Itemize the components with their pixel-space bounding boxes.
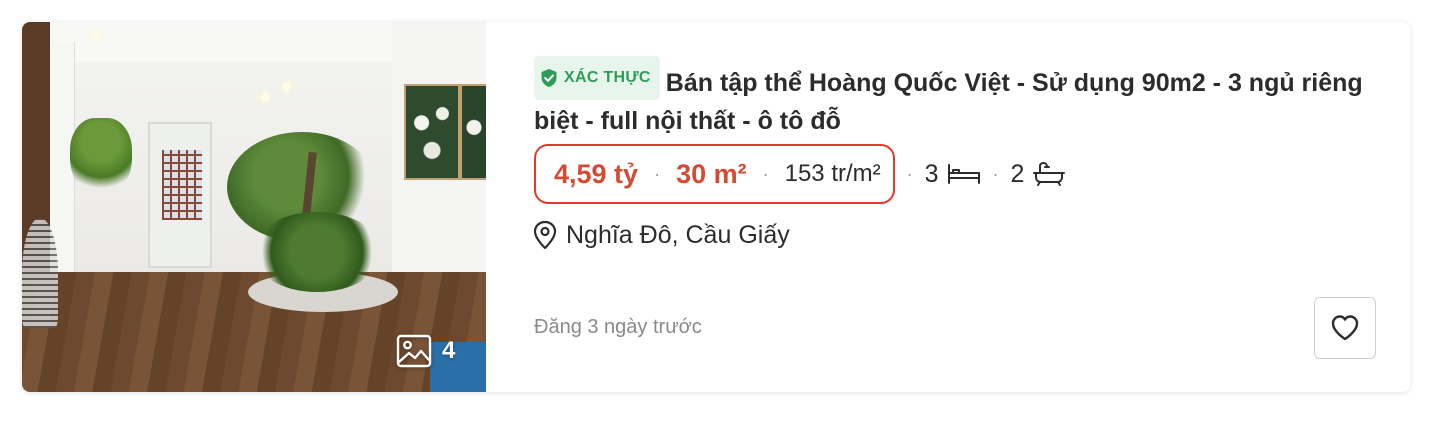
photo-count-value: 4 <box>442 337 456 364</box>
posted-time: Đăng 3 ngày trước <box>534 316 702 338</box>
listing-card[interactable]: 4 XÁC THỰC Bán tập thể Hoàng Quốc Việt -… <box>22 22 1410 392</box>
bathrooms: 2 <box>1011 160 1067 189</box>
bedrooms: 3 <box>925 160 981 189</box>
photo-ceiling-light <box>282 82 292 92</box>
verified-badge: XÁC THỰC <box>534 56 660 100</box>
photo-count[interactable]: 4 <box>396 334 455 368</box>
separator-dot: · <box>906 163 913 184</box>
photo-ceiling-light <box>92 30 102 40</box>
separator-dot: · <box>762 163 769 184</box>
photo-hanging-plant <box>70 118 132 198</box>
photo-painting <box>462 86 486 178</box>
photo-ceiling-light <box>260 92 270 102</box>
price-highlight-box: 4,59 tỷ · 30 m² · 153 tr/m² <box>534 144 895 204</box>
listing-price: 4,59 tỷ <box>554 158 639 189</box>
shield-check-icon <box>540 68 558 88</box>
listing-info: XÁC THỰC Bán tập thể Hoàng Quốc Việt - S… <box>534 56 1374 140</box>
location-text: Nghĩa Đô, Cầu Giấy <box>566 220 790 249</box>
photo-fan <box>22 218 58 328</box>
price-per-m2: 153 tr/m² <box>784 160 881 187</box>
bathrooms-count: 2 <box>1010 159 1025 188</box>
map-pin-icon <box>532 220 558 250</box>
separator-dot: · <box>654 163 661 184</box>
heart-icon <box>1330 314 1360 342</box>
image-icon <box>396 334 432 368</box>
listing-title-block[interactable]: XÁC THỰC Bán tập thể Hoàng Quốc Việt - S… <box>534 56 1374 140</box>
listing-photo[interactable]: 4 <box>22 22 486 392</box>
photo-painting <box>406 86 458 178</box>
listing-area: 30 m² <box>676 158 747 189</box>
verified-badge-label: XÁC THỰC <box>564 69 651 86</box>
bedrooms-count: 3 <box>924 159 939 188</box>
bed-icon <box>947 162 981 186</box>
listing-meta: 4,59 tỷ · 30 m² · 153 tr/m² · 3 · 2 <box>534 142 1066 206</box>
photo-window-grille <box>162 150 202 220</box>
photo-tree-leaves <box>252 212 382 292</box>
bathtub-icon <box>1032 161 1066 187</box>
separator-dot: · <box>992 163 999 184</box>
listing-location: Nghĩa Đô, Cầu Giấy <box>532 220 790 250</box>
favorite-button[interactable] <box>1314 297 1376 359</box>
